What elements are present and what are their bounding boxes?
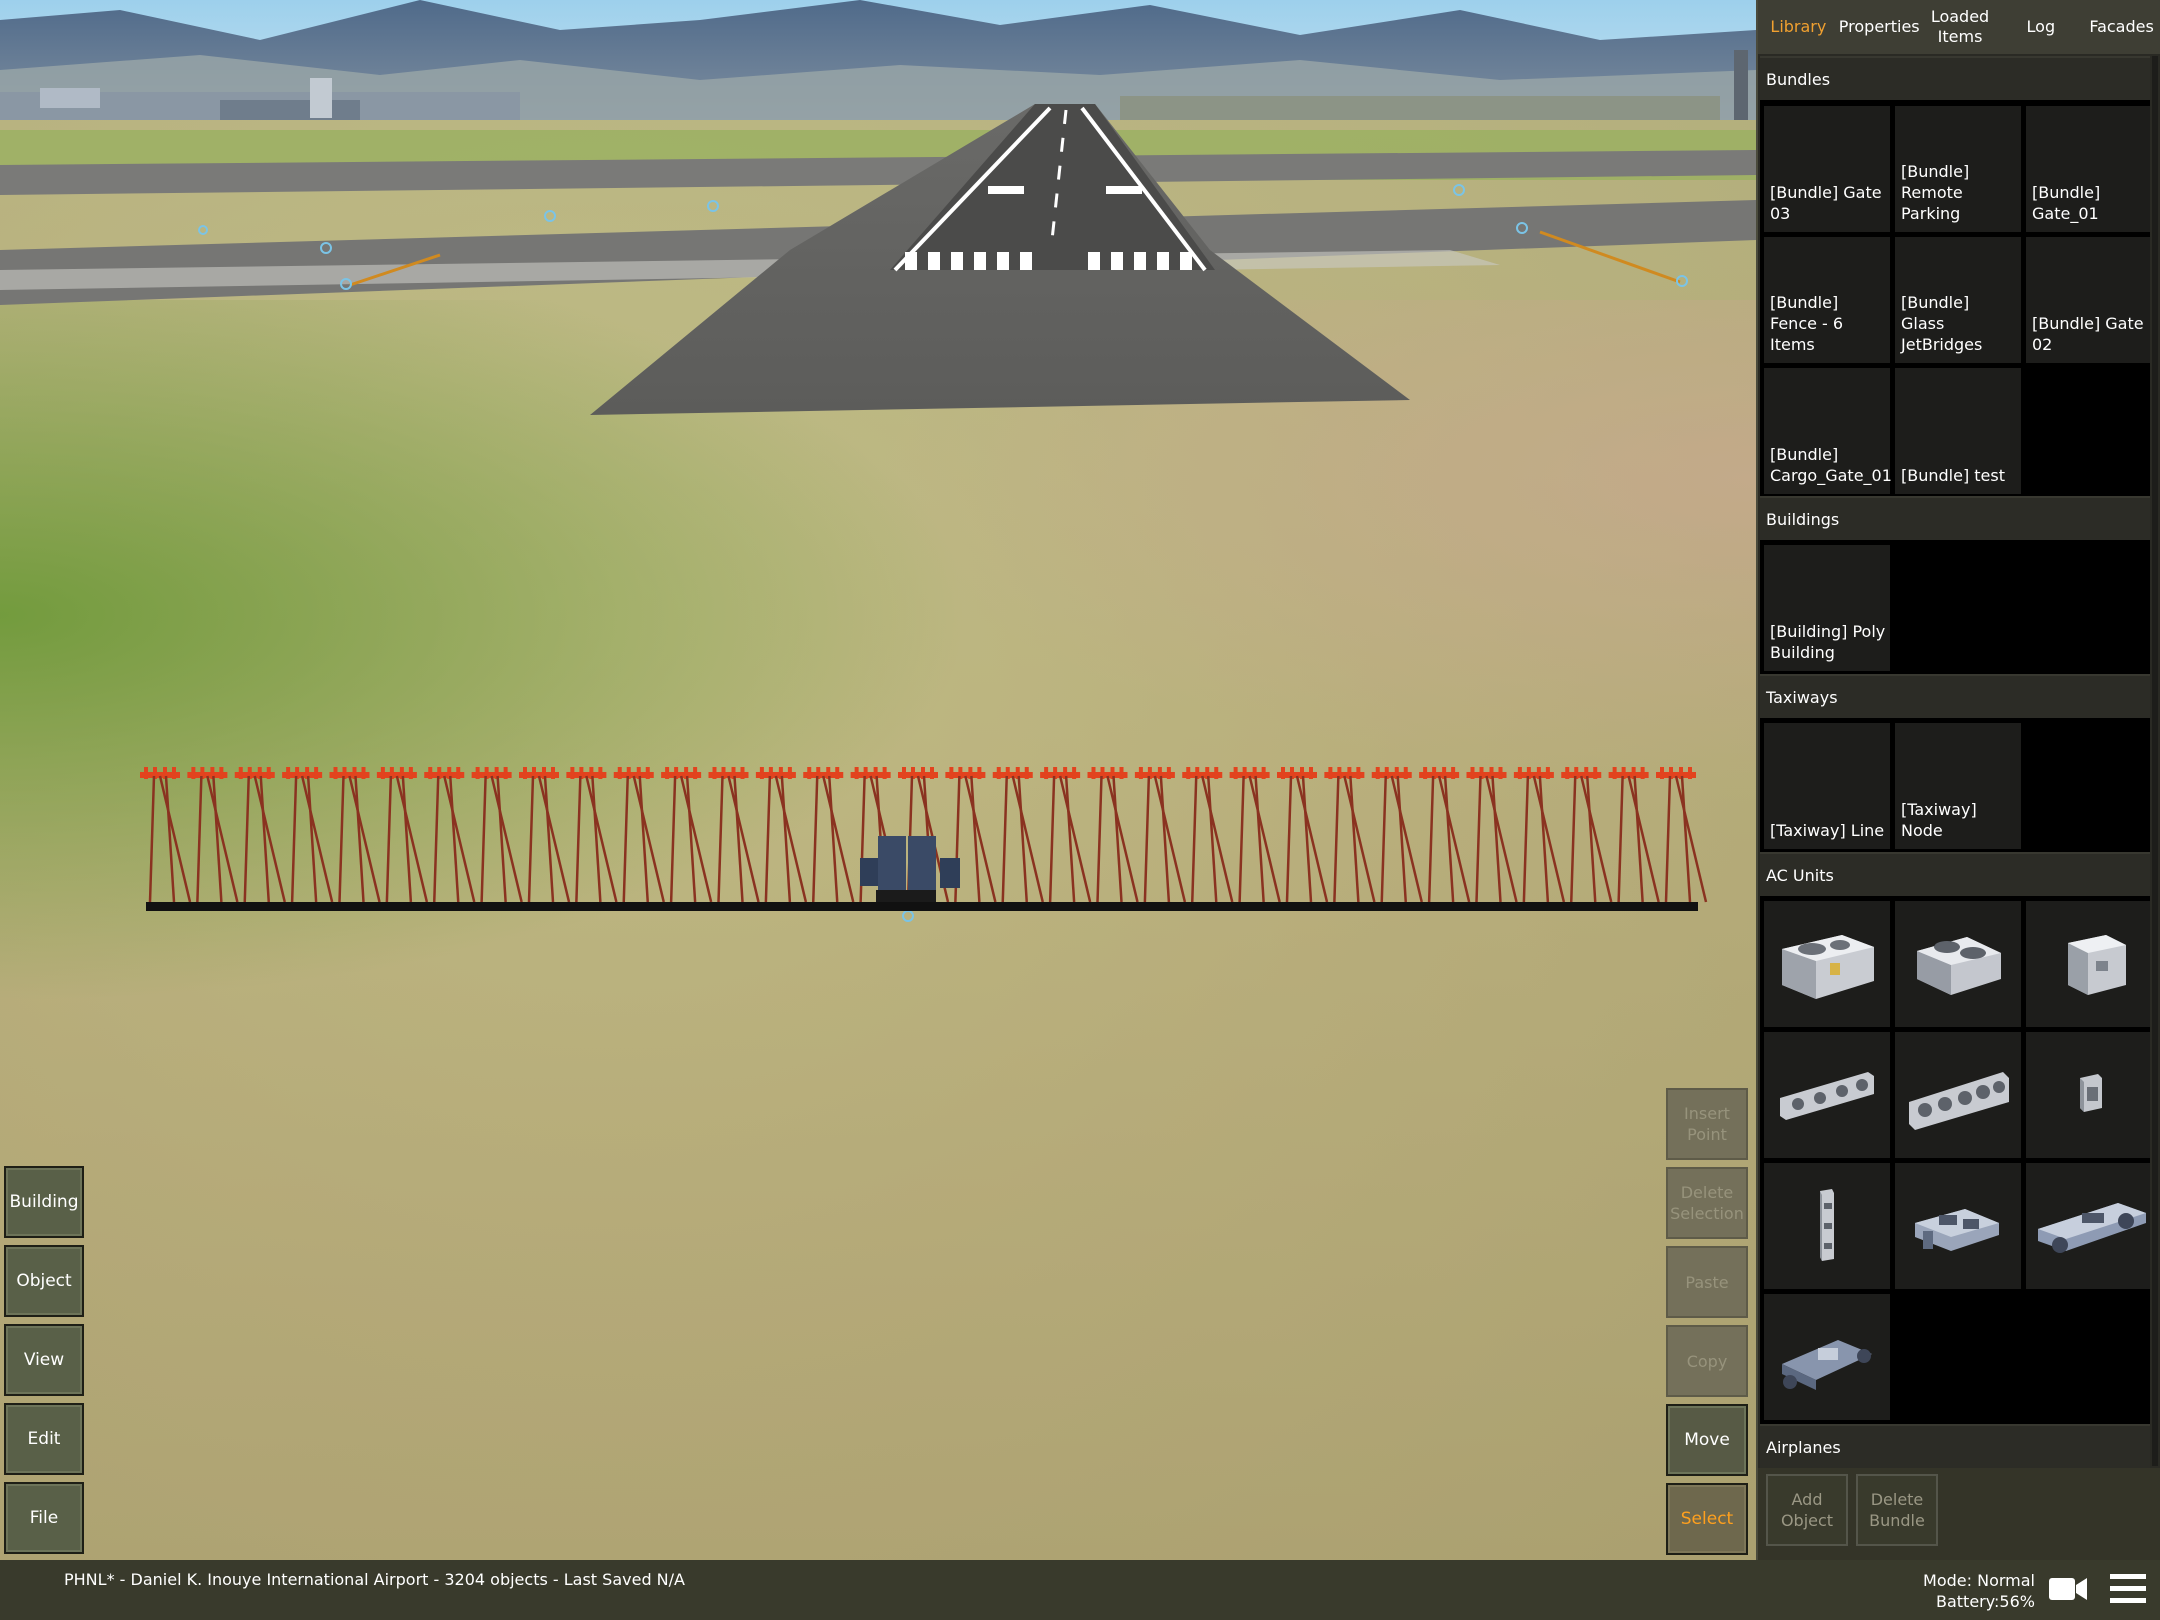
library-tile-bundle[interactable]: [Bundle] Gate 03: [1764, 106, 1890, 232]
ac-unit-frame-icon[interactable]: [1764, 1294, 1890, 1420]
file-tool-button[interactable]: File: [4, 1482, 84, 1554]
tab-facades[interactable]: Facades: [2081, 0, 2160, 54]
edit-tool-button[interactable]: Edit: [4, 1403, 84, 1475]
section-header-ac-units[interactable]: AC Units: [1760, 852, 2150, 896]
library-tile-bundle[interactable]: [Bundle] Gate 02: [2026, 237, 2150, 363]
copy-button[interactable]: Copy: [1666, 1325, 1748, 1397]
tile-label: [Bundle] Fence - 6 Items: [1770, 293, 1844, 354]
building-tool-button[interactable]: Building: [4, 1166, 84, 1238]
library-tile-bundle[interactable]: [Bundle] Gate_01: [2026, 106, 2150, 232]
view-tool-button[interactable]: View: [4, 1324, 84, 1396]
status-bar: PHNL* - Daniel K. Inouye International A…: [0, 1560, 2160, 1620]
delete-bundle-button[interactable]: Delete Bundle: [1856, 1474, 1938, 1546]
tile-label: [Bundle] Glass JetBridges: [1901, 293, 1983, 354]
library-tile-bundle[interactable]: [Bundle] test: [1895, 368, 2021, 494]
tile-label: [Bundle] Gate 02: [2032, 314, 2144, 354]
section-header-buildings[interactable]: Buildings: [1760, 496, 2150, 540]
tile-label: [Taxiway] Node: [1901, 800, 1977, 840]
mode-battery-indicator: Mode: Normal Battery:56%: [1900, 1570, 2035, 1612]
camera-icon[interactable]: [2048, 1574, 2088, 1604]
paste-button[interactable]: Paste: [1666, 1246, 1748, 1318]
ac-unit-row-5-icon[interactable]: [1895, 1032, 2021, 1158]
tile-label: [Bundle] Remote Parking: [1901, 162, 1970, 223]
panel-tabs: Library Properties Loaded Items Log Faca…: [1758, 0, 2160, 54]
library-tile-taxiway[interactable]: [Taxiway] Node: [1895, 723, 2021, 849]
ac-unit-rooftop-icon[interactable]: [1895, 1163, 2021, 1289]
ac-unit-ducted-icon[interactable]: [2026, 1163, 2150, 1289]
hamburger-menu-icon[interactable]: [2110, 1572, 2146, 1604]
tile-label: [Bundle] Gate 03: [1770, 183, 1882, 223]
library-panel: Library Properties Loaded Items Log Faca…: [1756, 0, 2160, 1560]
library-scroll-area[interactable]: Bundles [Bundle] Gate 03 [Bundle] Remote…: [1760, 54, 2150, 1468]
tile-label: [Taxiway] Line: [1770, 821, 1885, 840]
library-tile-building[interactable]: [Building] Poly Building: [1764, 545, 1890, 671]
tab-log[interactable]: Log: [2000, 0, 2081, 54]
section-header-airplanes[interactable]: Airplanes: [1760, 1424, 2150, 1468]
library-tile-bundle[interactable]: [Bundle] Remote Parking: [1895, 106, 2021, 232]
library-actions: Add Object Delete Bundle: [1758, 1468, 2160, 1560]
library-tile-bundle[interactable]: [Bundle] Cargo_Gate_01: [1764, 368, 1892, 494]
tile-label: [Bundle] test: [1901, 466, 2005, 485]
mode-label: Mode: Normal: [1923, 1571, 2035, 1590]
ac-unit-compact-icon[interactable]: [2026, 901, 2150, 1027]
ac-unit-wall-icon[interactable]: [2026, 1032, 2150, 1158]
library-tile-bundle[interactable]: [Bundle] Fence - 6 Items: [1764, 237, 1890, 363]
ac-unit-large-icon[interactable]: [1764, 901, 1890, 1027]
library-tile-taxiway[interactable]: [Taxiway] Line: [1764, 723, 1890, 849]
add-object-button[interactable]: Add Object: [1766, 1474, 1848, 1546]
delete-selection-button[interactable]: Delete Selection: [1666, 1167, 1748, 1239]
library-scrollbar[interactable]: [2152, 56, 2158, 1466]
tab-properties[interactable]: Properties: [1839, 0, 1920, 54]
tab-loaded-items[interactable]: Loaded Items: [1920, 0, 2001, 54]
tile-label: [Building] Poly Building: [1770, 622, 1886, 662]
project-status-text: PHNL* - Daniel K. Inouye International A…: [64, 1570, 685, 1589]
insert-point-button[interactable]: Insert Point: [1666, 1088, 1748, 1160]
ac-unit-double-fan-icon[interactable]: [1895, 901, 2021, 1027]
library-tile-bundle[interactable]: [Bundle] Glass JetBridges: [1895, 237, 2021, 363]
section-header-taxiways[interactable]: Taxiways: [1760, 674, 2150, 718]
tile-label: [Bundle] Cargo_Gate_01: [1770, 445, 1892, 485]
3d-viewport[interactable]: [0, 0, 1756, 1560]
move-button[interactable]: Move: [1666, 1404, 1748, 1476]
section-header-bundles[interactable]: Bundles: [1760, 56, 2150, 100]
battery-label: Battery:56%: [1935, 1592, 2035, 1611]
select-button[interactable]: Select: [1666, 1483, 1748, 1555]
tab-library[interactable]: Library: [1758, 0, 1839, 54]
ac-unit-tower-icon[interactable]: [1764, 1163, 1890, 1289]
ac-unit-row-4-icon[interactable]: [1764, 1032, 1890, 1158]
airport-scene[interactable]: [0, 0, 1756, 1560]
object-tool-button[interactable]: Object: [4, 1245, 84, 1317]
tile-label: [Bundle] Gate_01: [2032, 183, 2101, 223]
